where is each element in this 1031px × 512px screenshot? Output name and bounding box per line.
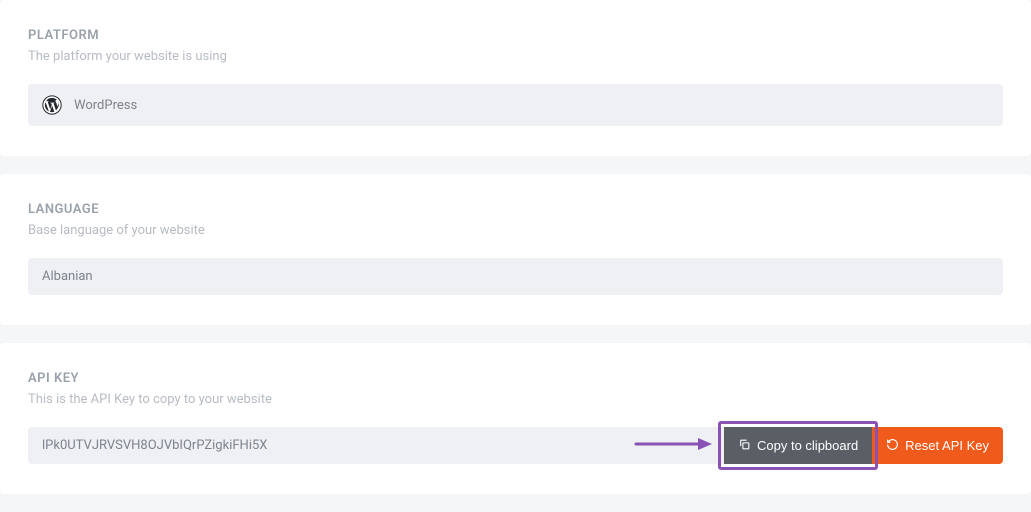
reset-button-label: Reset API Key xyxy=(905,438,989,453)
copy-icon xyxy=(738,438,751,454)
platform-value: WordPress xyxy=(74,98,137,113)
language-description: Base language of your website xyxy=(28,223,1003,238)
reset-icon xyxy=(886,438,899,454)
language-value: Albanian xyxy=(42,269,93,284)
api-key-card: API KEY This is the API Key to copy to y… xyxy=(0,343,1031,494)
copy-to-clipboard-button[interactable]: Copy to clipboard xyxy=(724,427,872,464)
annotation-arrow xyxy=(634,436,714,456)
platform-title: PLATFORM xyxy=(28,28,1003,43)
reset-api-key-button[interactable]: Reset API Key xyxy=(872,427,1003,464)
language-field[interactable]: Albanian xyxy=(28,258,1003,295)
api-key-title: API KEY xyxy=(28,371,1003,386)
wordpress-icon xyxy=(42,95,62,115)
api-key-row: lPk0UTVJRVSVH8OJVbIQrPZigkiFHi5X Cop xyxy=(28,427,1003,464)
api-key-description: This is the API Key to copy to your webs… xyxy=(28,392,1003,407)
platform-card: PLATFORM The platform your website is us… xyxy=(0,0,1031,156)
api-key-field[interactable]: lPk0UTVJRVSVH8OJVbIQrPZigkiFHi5X xyxy=(28,427,724,464)
language-title: LANGUAGE xyxy=(28,202,1003,217)
copy-button-label: Copy to clipboard xyxy=(757,438,858,453)
language-card: LANGUAGE Base language of your website A… xyxy=(0,174,1031,325)
api-key-value: lPk0UTVJRVSVH8OJVbIQrPZigkiFHi5X xyxy=(42,438,267,453)
platform-description: The platform your website is using xyxy=(28,49,1003,64)
platform-field[interactable]: WordPress xyxy=(28,84,1003,126)
